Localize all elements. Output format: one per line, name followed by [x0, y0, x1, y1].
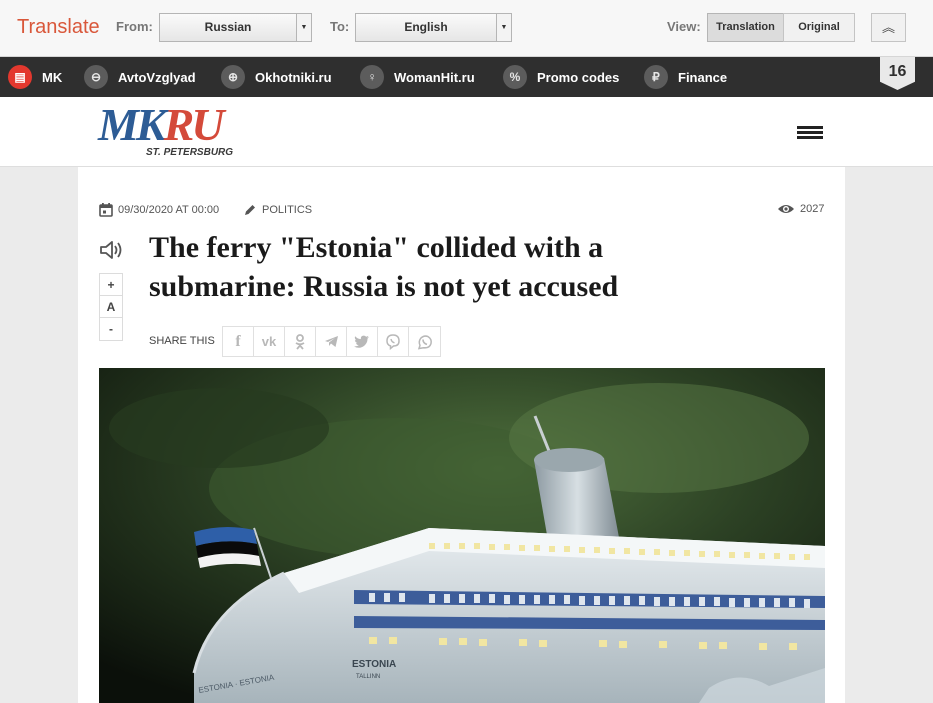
nav-item-label: Finance — [678, 69, 728, 85]
speaker-icon[interactable] — [98, 237, 124, 263]
nav-item-promo-codes[interactable]: % Promo codes — [503, 57, 619, 97]
menu-button[interactable] — [797, 126, 823, 139]
article-views: 2027 — [777, 203, 824, 215]
nav-item-label: WomanHit.ru — [394, 69, 475, 85]
nav-item-label: Promo codes — [537, 69, 620, 85]
eye-icon — [778, 205, 794, 213]
target-icon: ⊕ — [221, 65, 245, 89]
to-label: To: — [330, 19, 350, 34]
twitter-icon[interactable] — [347, 327, 378, 356]
view-original-button[interactable]: Original — [783, 13, 855, 42]
site-logo[interactable]: MKRU ST. PETERSBURG — [98, 102, 233, 159]
view-label: View: — [667, 19, 701, 34]
facebook-icon[interactable]: f — [223, 327, 254, 356]
from-language-select[interactable]: Russian ▼ — [159, 13, 312, 42]
article-date: 09/30/2020 AT 00:00 — [99, 203, 219, 217]
logo-city: ST. PETERSBURG — [146, 147, 234, 158]
view-translation-button[interactable]: Translation — [707, 13, 784, 42]
viber-icon[interactable] — [378, 327, 409, 356]
translate-toolbar: Translate From: Russian ▼ To: English ▼ … — [0, 0, 933, 57]
ship-port-text: TALLINN — [356, 674, 380, 680]
to-language-value: English — [404, 20, 448, 34]
nav-item-avtovzglyad[interactable]: ⊖ AvtoVzglyad — [84, 57, 196, 97]
article-date-text: 09/30/2020 AT 00:00 — [118, 204, 220, 216]
article-title: The ferry "Estonia" collided with a subm… — [149, 231, 619, 303]
nav-item-label: Okhotniki.ru — [255, 69, 332, 85]
ruble-icon: ₽ — [644, 65, 668, 89]
article-category[interactable]: POLITICS — [243, 203, 312, 217]
font-decrease-button[interactable]: - — [100, 318, 122, 340]
chevron-down-icon: ▼ — [496, 14, 511, 41]
logo-main: MK — [98, 99, 167, 150]
article-views-count: 2027 — [800, 203, 825, 215]
partner-nav: ▤ MK ⊖ AvtoVzglyad ⊕ Okhotniki.ru ♀ Woma… — [0, 57, 933, 97]
article-category-text: POLITICS — [262, 204, 313, 216]
article-panel: 09/30/2020 AT 00:00 POLITICS 2027 + A - … — [78, 167, 845, 703]
nav-item-label: MK — [42, 69, 63, 85]
calendar-icon — [99, 203, 113, 217]
document-icon: ▤ — [8, 65, 32, 89]
telegram-icon[interactable] — [316, 327, 347, 356]
double-chevron-up-icon: ︽ — [881, 20, 895, 35]
font-increase-button[interactable]: + — [100, 274, 122, 296]
vk-icon[interactable]: vk — [254, 327, 285, 356]
font-size-control: + A - — [99, 273, 123, 341]
to-language-select[interactable]: English ▼ — [355, 13, 512, 42]
translate-brand: Translate — [17, 16, 100, 38]
from-label: From: — [116, 19, 153, 34]
share-buttons: f vk — [222, 326, 441, 357]
collapse-toolbar-button[interactable]: ︽ — [871, 13, 906, 42]
nav-item-label: AvtoVzglyad — [118, 69, 196, 85]
whatsapp-icon[interactable] — [409, 327, 440, 356]
article-hero-image: ESTONIA TALLINN ESTONIA · ESTONIA — [99, 368, 825, 703]
font-reset-button[interactable]: A — [100, 296, 122, 318]
share-label: SHARE THIS — [149, 335, 215, 347]
logo-accent: RU — [163, 99, 225, 150]
nav-item-finance[interactable]: ₽ Finance — [644, 57, 727, 97]
odnoklassniki-icon[interactable] — [285, 327, 316, 356]
from-language-value: Russian — [204, 20, 252, 34]
nav-item-okhotniki[interactable]: ⊕ Okhotniki.ru — [221, 57, 332, 97]
ship-name-text: ESTONIA — [352, 659, 396, 670]
pencil-icon — [245, 205, 255, 215]
nav-item-womanhit[interactable]: ♀ WomanHit.ru — [360, 57, 475, 97]
percent-icon: % — [503, 65, 527, 89]
chevron-down-icon: ▼ — [296, 14, 311, 41]
steering-wheel-icon: ⊖ — [84, 65, 108, 89]
female-icon: ♀ — [360, 65, 384, 89]
site-header: MKRU ST. PETERSBURG — [0, 97, 933, 167]
nav-item-mk[interactable]: ▤ MK — [8, 57, 62, 97]
